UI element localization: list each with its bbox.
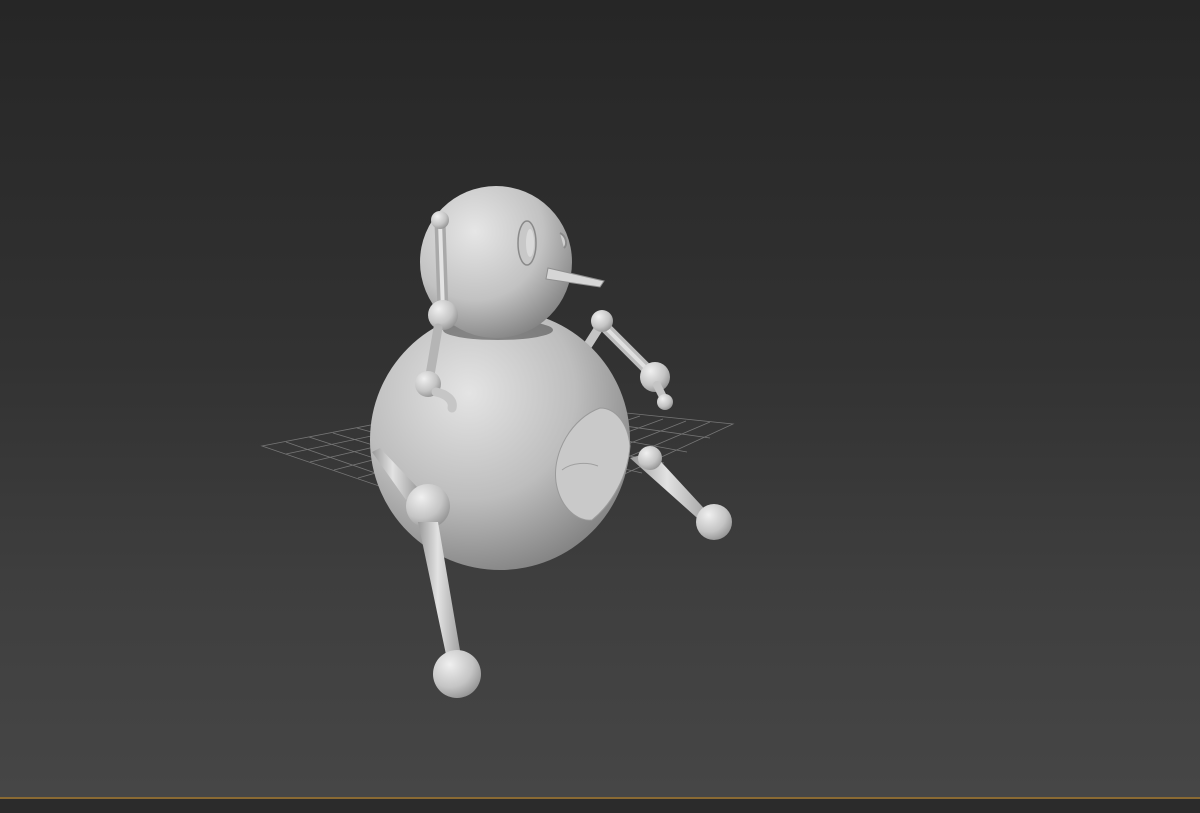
3d-viewport[interactable] (0, 0, 1200, 797)
leg-right[interactable] (630, 446, 732, 540)
viewport-scene (260, 186, 735, 698)
hand-right (657, 394, 673, 410)
foot-left (433, 650, 481, 698)
foot-right (696, 504, 732, 540)
status-strip (0, 799, 1200, 813)
